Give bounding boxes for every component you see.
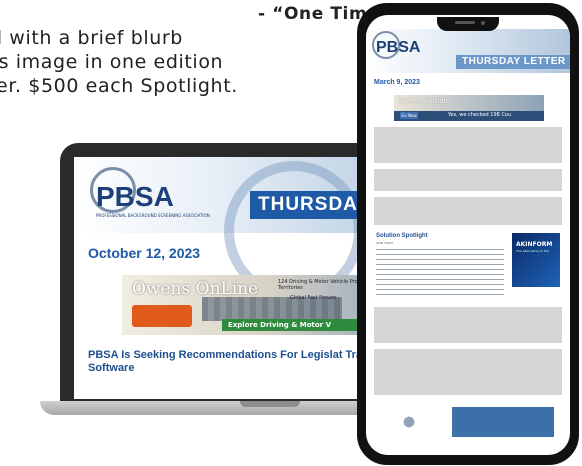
spotlight-subtitle: AKIN FORM xyxy=(376,241,393,245)
phone-newsletter-date: March 9, 2023 xyxy=(374,79,420,86)
solution-spotlight[interactable]: Solution Spotlight AKIN FORM AKINFORM Th… xyxy=(374,231,562,301)
bottom-ad-banner[interactable] xyxy=(384,407,554,437)
headline-prefix: - xyxy=(258,4,273,24)
spotlight-body-text xyxy=(376,249,504,295)
placeholder-block xyxy=(374,127,562,163)
placeholder-block xyxy=(374,197,562,225)
logo-text: PBSA xyxy=(96,181,174,212)
laptop-notch xyxy=(240,401,300,407)
ad-brand: Owens OnLine xyxy=(132,279,259,299)
phone-logo-text: PBSA xyxy=(376,39,421,56)
headline-line-3: us image in one edition xyxy=(0,51,224,73)
phone-ad-go-button[interactable]: Go Now xyxy=(400,112,418,119)
ad-feature-icons: Global Fast Proven xyxy=(290,295,337,301)
phone-notch xyxy=(437,17,499,31)
logo-subtitle: PROFESSIONAL BACKGROUND SCREENING ASSOCI… xyxy=(96,213,210,218)
phone-ad-strip-text: Yes, we checked 198 Cou xyxy=(448,112,512,118)
phone-ad-brand: Owens OnLine xyxy=(398,97,450,105)
lightbulb-icon xyxy=(394,413,424,431)
spotlight-title: Solution Spotlight xyxy=(376,233,428,239)
headline-line-2: d with a brief blurb xyxy=(0,27,183,49)
phone-newsletter-tab: THURSDAY LETTER xyxy=(456,55,570,69)
spotlight-image: AKINFORM The Alternative to the xyxy=(512,233,560,287)
phone-screen: PBSA THURSDAY LETTER March 9, 2023 Owens… xyxy=(366,15,570,455)
headline: - “One Time” Ads d with a brief blurb us… xyxy=(0,2,434,98)
camera-icon xyxy=(481,21,485,25)
placeholder-block xyxy=(374,169,562,191)
spotlight-image-sub: The Alternative to the xyxy=(516,249,549,253)
spotlight-image-title: AKINFORM xyxy=(516,241,553,248)
placeholder-block xyxy=(374,307,562,343)
truck-icon xyxy=(132,305,192,327)
placeholder-block xyxy=(374,349,562,395)
phone-owens-ad[interactable]: Owens OnLine Yes, we checked 198 Cou Go … xyxy=(394,95,544,121)
pbsa-logo: PBSA PROFESSIONAL BACKGROUND SCREENING A… xyxy=(86,167,210,225)
phone-pbsa-logo: PBSA xyxy=(370,31,430,65)
phone-mockup: PBSA THURSDAY LETTER March 9, 2023 Owens… xyxy=(357,3,579,465)
newsletter-date: October 12, 2023 xyxy=(88,245,201,261)
headline-line-4: ter. $500 each Spotlight. xyxy=(0,75,238,97)
